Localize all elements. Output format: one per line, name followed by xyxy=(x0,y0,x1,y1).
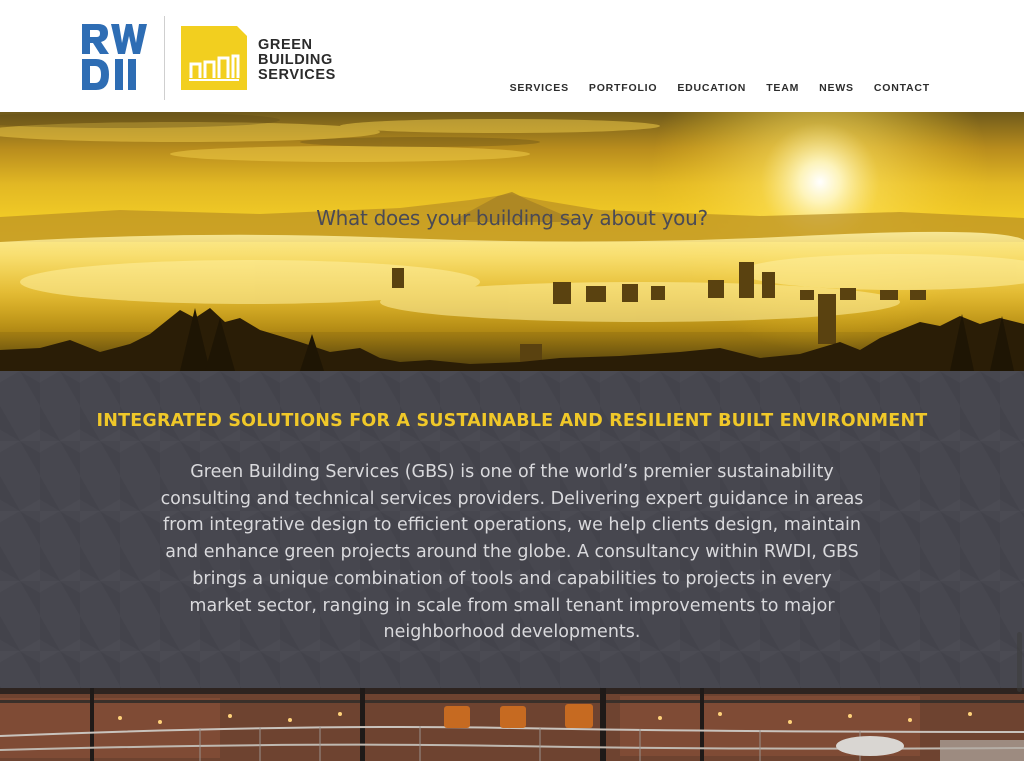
nav-services[interactable]: SERVICES xyxy=(510,82,569,94)
nav-portfolio[interactable]: PORTFOLIO xyxy=(589,82,657,94)
gbs-bars-icon xyxy=(181,26,247,90)
intro-heading: INTEGRATED SOLUTIONS FOR A SUSTAINABLE A… xyxy=(96,411,928,431)
intro-section: INTEGRATED SOLUTIONS FOR A SUSTAINABLE A… xyxy=(0,371,1024,688)
gbs-wordmark: GREEN BUILDING SERVICES xyxy=(258,38,368,83)
gbs-wordmark-line: SERVICES xyxy=(258,67,336,83)
rwdi-logo-icon xyxy=(82,24,147,90)
interior-office-image xyxy=(0,688,1024,761)
intro-paragraph: Green Building Services (GBS) is one of … xyxy=(160,462,864,643)
gbs-logo[interactable] xyxy=(181,26,247,90)
gbs-wordmark-line: GREEN xyxy=(258,37,313,53)
page-scrollbar[interactable] xyxy=(1017,632,1022,692)
site-header: GREEN BUILDING SERVICES SERVICES PORTFOL… xyxy=(0,0,1024,112)
hero-banner: What does your building say about you? xyxy=(0,112,1024,371)
nav-contact[interactable]: CONTACT xyxy=(874,82,930,94)
nav-team[interactable]: TEAM xyxy=(766,82,799,94)
nav-news[interactable]: NEWS xyxy=(819,82,854,94)
nav-education[interactable]: EDUCATION xyxy=(677,82,746,94)
gbs-wordmark-line: BUILDING xyxy=(258,52,333,68)
logo-divider xyxy=(164,16,165,100)
main-nav: SERVICES PORTFOLIO EDUCATION TEAM NEWS C… xyxy=(490,82,930,94)
interior-photo-strip xyxy=(0,688,1024,761)
hero-tagline: What does your building say about you? xyxy=(316,206,708,230)
hero-city-fog-image xyxy=(0,112,1024,371)
rwdi-logo[interactable] xyxy=(82,24,152,90)
